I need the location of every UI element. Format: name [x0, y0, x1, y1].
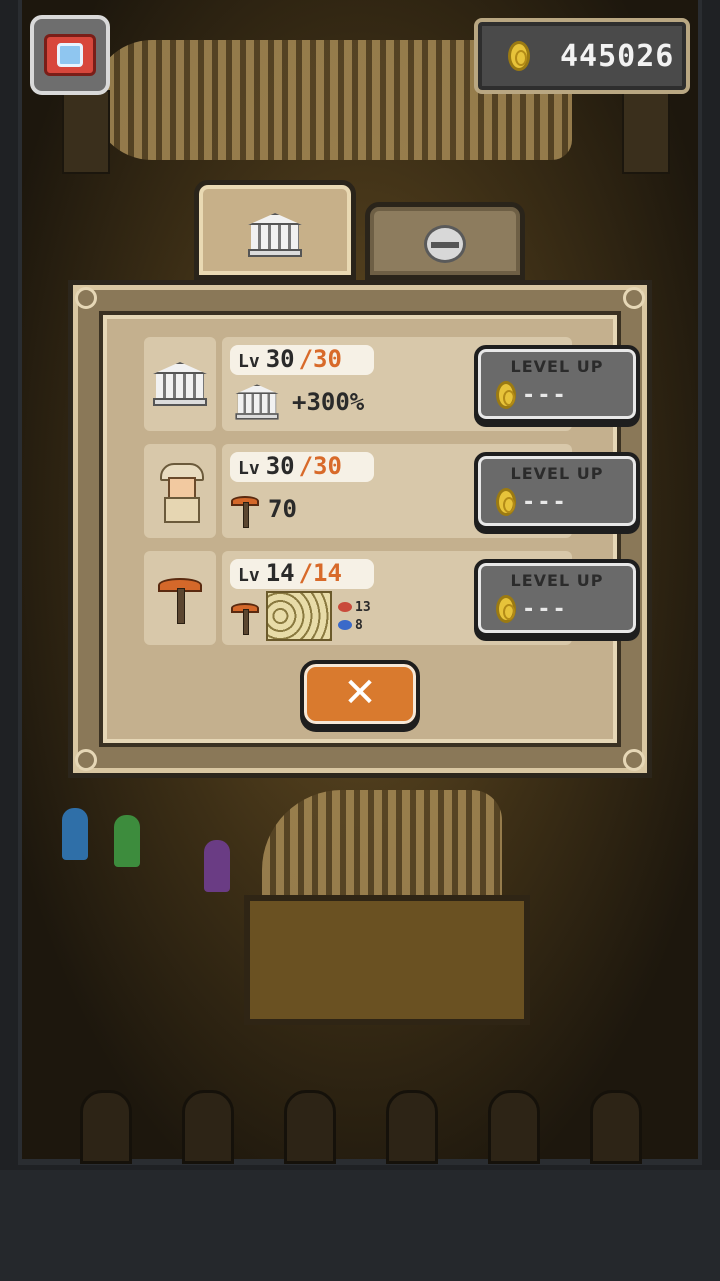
upgrade-effect: 13 8	[230, 591, 371, 641]
level-up-button[interactable]: LEVEL UP ---	[474, 345, 640, 423]
museum-icon	[248, 213, 302, 257]
pickaxe-icon	[156, 574, 204, 624]
level-badge: Lv 30 /30	[230, 452, 374, 482]
level-up-label: LEVEL UP	[510, 571, 604, 590]
level-max: /14	[298, 559, 342, 587]
level-current: 30	[265, 345, 295, 373]
upgrade-row-pickaxe: Lv 14 /14 13 8 LEVEL UP ---	[144, 551, 640, 645]
camera-icon	[44, 34, 96, 76]
tab-museum[interactable]	[194, 180, 356, 280]
upgrade-info: Lv 30 /30 +300% LEVEL UP ---	[222, 337, 640, 431]
coin-icon	[508, 41, 530, 71]
tab-staff[interactable]	[365, 202, 525, 280]
camera-button[interactable]	[30, 15, 110, 95]
upgrade-row-explorer: Lv 30 /30 70 LEVEL UP ---	[144, 444, 640, 538]
pickaxe-icon	[230, 492, 260, 528]
dig-map-icon	[266, 591, 332, 641]
level-current: 30	[265, 452, 295, 480]
visitor	[204, 840, 230, 892]
coin-counter: 445026	[474, 18, 690, 94]
level-up-label: LEVEL UP	[510, 357, 604, 376]
red-resource-icon	[338, 602, 352, 612]
level-up-button[interactable]: LEVEL UP ---	[474, 452, 640, 530]
pillar	[62, 90, 110, 174]
fence-post	[80, 1090, 132, 1164]
museum-visitors-icon	[235, 384, 279, 420]
level-max: /30	[298, 345, 342, 373]
explorer-icon	[154, 461, 206, 523]
level-up-cost: ---	[496, 381, 568, 409]
pickaxe-icon	[230, 599, 260, 635]
upgrade-info: Lv 14 /14 13 8 LEVEL UP ---	[222, 551, 640, 645]
upgrade-icon-cell	[144, 551, 216, 645]
upgrade-icon-cell	[144, 337, 216, 431]
coin-amount: 445026	[560, 38, 675, 74]
fence-post	[182, 1090, 234, 1164]
close-button[interactable]: ✕	[300, 660, 420, 728]
bottom-bar	[0, 1170, 720, 1281]
level-current: 14	[265, 559, 295, 587]
fence-post	[590, 1090, 642, 1164]
upgrade-icon-cell	[144, 444, 216, 538]
level-prefix: Lv	[238, 458, 260, 479]
effect-value: +300%	[292, 388, 365, 416]
coin-icon	[496, 381, 516, 409]
level-up-label: LEVEL UP	[510, 464, 604, 483]
blue-resource-icon	[338, 620, 352, 630]
level-prefix: Lv	[238, 351, 260, 372]
fence-post	[488, 1090, 540, 1164]
fence-post	[386, 1090, 438, 1164]
level-badge: Lv 14 /14	[230, 559, 374, 589]
helmet-icon	[424, 225, 466, 263]
level-max: /30	[298, 452, 342, 480]
fossil-pedestal	[244, 895, 530, 1025]
effect-value: 70	[268, 495, 297, 523]
upgrade-info: Lv 30 /30 70 LEVEL UP ---	[222, 444, 640, 538]
level-up-cost: ---	[496, 595, 568, 623]
visitor	[62, 808, 88, 860]
level-up-cost: ---	[496, 488, 568, 516]
resource-count-red: 13	[355, 599, 371, 615]
visitor	[114, 815, 140, 867]
museum-icon	[153, 362, 207, 406]
resource-counts: 13 8	[338, 598, 371, 634]
level-prefix: Lv	[238, 565, 260, 586]
upgrade-effect: 70	[230, 488, 297, 530]
coin-icon	[496, 488, 516, 516]
fence-post	[284, 1090, 336, 1164]
level-badge: Lv 30 /30	[230, 345, 374, 375]
level-up-button[interactable]: LEVEL UP ---	[474, 559, 640, 637]
upgrade-effect: +300%	[230, 381, 364, 423]
upgrade-row-museum: Lv 30 /30 +300% LEVEL UP ---	[144, 337, 640, 431]
coin-icon	[496, 595, 516, 623]
pillar	[622, 90, 670, 174]
resource-count-blue: 8	[355, 617, 363, 633]
